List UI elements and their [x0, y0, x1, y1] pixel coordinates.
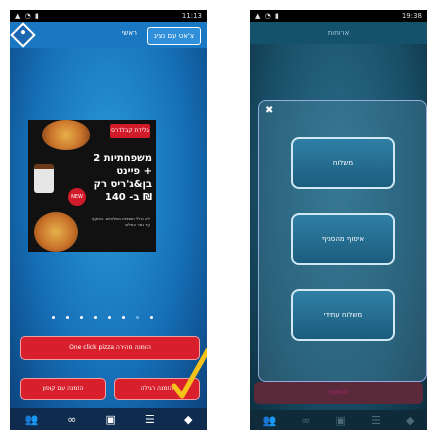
pickup-option-button[interactable]: איסוף מהסניף	[291, 213, 395, 265]
banner-title: גלידת קבלדרס	[110, 124, 150, 138]
bottom-nav: 👥 ∞ ▣ ☰ ◆	[250, 410, 427, 430]
pizza-image	[42, 120, 90, 150]
banner-small-text: לא כולל תוספות משלוחים. בתוקף עד גמר המל…	[91, 216, 150, 227]
carousel-dot[interactable]	[122, 316, 125, 319]
banner-headline: 2 משפחתיות + פיינט בן&ג'ריס רק ב- 140 ₪	[93, 153, 152, 203]
chat-with-agent-button[interactable]: צ'אט עם נציג	[146, 27, 201, 45]
pizza-image	[34, 212, 78, 252]
ooo-icon[interactable]: ∞	[301, 414, 310, 427]
checkmark-annotation-icon	[172, 347, 207, 399]
status-bar: ▲ ◔ ▮ 11:13	[10, 10, 207, 22]
status-icons: ▲ ◔ ▮	[15, 12, 40, 20]
gift-icon[interactable]: ▣	[336, 414, 346, 427]
banner-badge: NEW	[68, 188, 86, 206]
status-time: 11:13	[181, 12, 202, 20]
people-icon[interactable]: 👥	[263, 414, 277, 427]
ice-cream-image	[34, 164, 54, 193]
future-delivery-option-button[interactable]: משלוח עתידי	[291, 289, 395, 341]
menu-icon[interactable]: ☰	[145, 413, 155, 426]
gift-icon[interactable]: ▣	[106, 413, 116, 426]
status-bar: ▲ ◔ ▮ 19:38	[250, 10, 427, 22]
carousel-dot-active[interactable]	[136, 316, 139, 319]
carousel-dot[interactable]	[52, 316, 55, 319]
close-icon[interactable]: ✖	[265, 105, 273, 116]
logo-icon[interactable]: ◆	[184, 413, 192, 426]
logo-icon[interactable]: ◆	[406, 414, 414, 427]
promo-banner[interactable]: גלידת קבלדרס 2 משפחתיות + פיינט בן&ג'ריס…	[28, 120, 156, 252]
home-label[interactable]: ראשי	[122, 29, 137, 37]
menu-icon[interactable]: ☰	[371, 414, 381, 427]
carousel-dot[interactable]	[108, 316, 111, 319]
coupon-order-button[interactable]: הזמנה עם קופון	[20, 378, 106, 400]
delivery-option-button[interactable]: משלוח	[291, 137, 395, 189]
carousel-dot[interactable]	[66, 316, 69, 319]
ooo-icon[interactable]: ∞	[67, 413, 76, 426]
dominos-logo-icon[interactable]	[10, 22, 36, 48]
top-bar: ראשי צ'אט עם נציג	[10, 22, 207, 48]
order-type-screen: ▲ ◔ ▮ 19:38 ארוחות ✖ משלוח איסוף מהסניף …	[250, 10, 427, 430]
carousel-dot[interactable]	[80, 316, 83, 319]
carousel-dot[interactable]	[94, 316, 97, 319]
continue-button[interactable]: להמשיך	[254, 382, 423, 404]
order-type-dialog: ✖ משלוח איסוף מהסניף משלוח עתידי	[258, 100, 427, 382]
status-icons: ▲ ◔ ▮	[255, 12, 280, 20]
top-title: ארוחות	[250, 22, 427, 44]
home-screen: ▲ ◔ ▮ 11:13 ראשי צ'אט עם נציג גלידת קבלד…	[10, 10, 207, 430]
people-icon[interactable]: 👥	[25, 413, 39, 426]
carousel-dot[interactable]	[150, 316, 153, 319]
status-time: 19:38	[401, 12, 422, 20]
bottom-nav: 👥 ∞ ▣ ☰ ◆	[10, 408, 207, 430]
carousel-dots[interactable]	[52, 316, 153, 319]
